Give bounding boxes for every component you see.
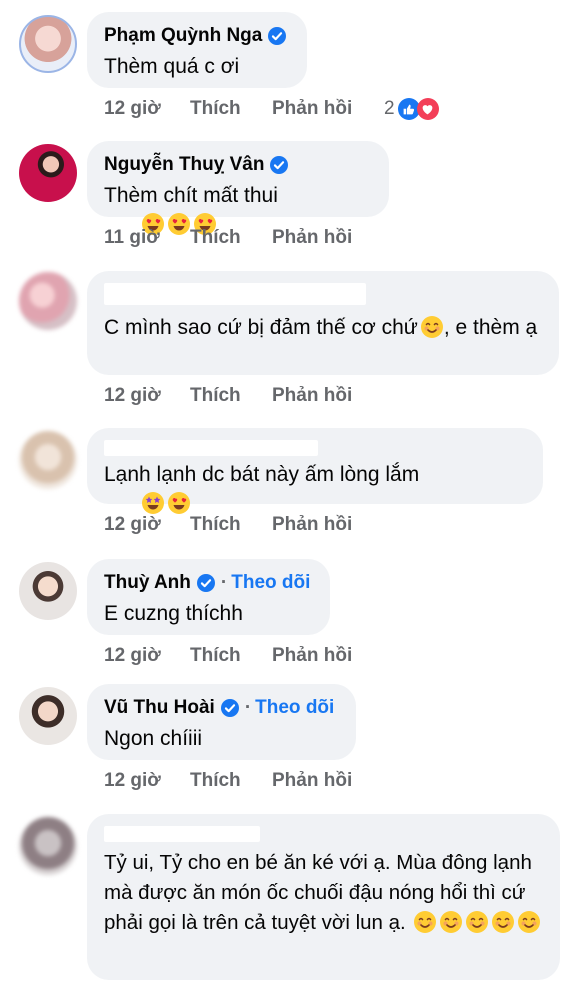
comment-text: Tỷ ui, Tỷ cho en bé ăn ké với ạ. Mùa đôn… [104, 848, 544, 938]
reactions-summary[interactable]: 2 [384, 98, 439, 120]
avatar[interactable] [19, 687, 77, 745]
avatar[interactable] [19, 15, 77, 73]
like-button[interactable]: Thích [190, 385, 272, 407]
comment-text: C mình sao cứ bị đảm thế cơ chứ , e thèm … [104, 313, 543, 342]
comment-bubble: C mình sao cứ bị đảm thế cơ chứ , e thèm … [87, 271, 559, 375]
smiling-face-emoji-icon [492, 911, 515, 933]
reply-button[interactable]: Phản hồi [272, 514, 384, 536]
comment-bubble: Lạnh lạnh dc bát này ấm lòng lắm [87, 428, 543, 514]
like-button[interactable]: Thích [190, 227, 272, 249]
comment-bubble: Vũ Thu Hoài · Theo dõi Ngon chíiii [87, 684, 356, 760]
author-name-redacted [104, 283, 366, 305]
comment-bubble: Tỷ ui, Tỷ cho en bé ăn ké với ạ. Mùa đôn… [87, 814, 560, 980]
author-name[interactable]: Vũ Thu Hoài [104, 696, 215, 720]
comment-actions: 12 giờ Thích Phản hồi [104, 514, 384, 536]
follow-link[interactable]: Theo dõi [255, 696, 334, 720]
comment-text: Ngon chíiii [104, 727, 203, 750]
reply-button[interactable]: Phản hồi [272, 227, 384, 249]
author-name-redacted [104, 440, 318, 456]
comment-text: Thèm chít mất thui [104, 181, 373, 268]
smiling-face-emoji-icon [466, 911, 489, 933]
smiling-face-emoji-icon [420, 316, 443, 338]
comment-bubble: Thuỳ Anh · Theo dõi E cuzng thíchh [87, 559, 330, 635]
timestamp[interactable]: 12 giờ [104, 770, 190, 792]
comment-bubble: Phạm Quỳnh Nga Thèm quá c ơi [87, 12, 307, 88]
reply-button[interactable]: Phản hồi [272, 770, 384, 792]
timestamp[interactable]: 12 giờ [104, 385, 190, 407]
author-name-redacted [104, 826, 260, 842]
verified-badge-icon [220, 699, 239, 717]
comment-actions: 12 giờ Thích Phản hồi 2 [104, 98, 439, 120]
smiling-face-emoji-icon [414, 911, 437, 933]
reply-button[interactable]: Phản hồi [272, 385, 384, 407]
follow-link[interactable]: Theo dõi [231, 571, 310, 595]
comment-text: E cuzng thíchh [104, 602, 243, 625]
timestamp[interactable]: 11 giờ [104, 227, 190, 249]
reaction-count: 2 [384, 98, 395, 119]
avatar[interactable] [19, 817, 77, 875]
avatar[interactable] [19, 562, 77, 620]
star-struck-emoji-icon [142, 492, 165, 514]
smiling-face-emoji-icon [518, 911, 541, 933]
separator-dot: · [220, 572, 228, 593]
heart-eyes-emoji-icon [168, 492, 191, 514]
comment-text: Thèm quá c ơi [104, 55, 240, 78]
verified-badge-icon [268, 27, 287, 45]
author-name[interactable]: Thuỳ Anh [104, 571, 191, 595]
like-button[interactable]: Thích [190, 98, 272, 120]
timestamp[interactable]: 12 giờ [104, 514, 190, 536]
comment-text-continued: , e thèm ạ [443, 316, 538, 339]
verified-badge-icon [196, 574, 215, 592]
avatar[interactable] [19, 272, 77, 330]
comment-text-content: C mình sao cứ bị đảm thế cơ chứ [104, 316, 418, 339]
like-button[interactable]: Thích [190, 645, 272, 667]
avatar[interactable] [19, 144, 77, 202]
author-name[interactable]: Phạm Quỳnh Nga [104, 24, 262, 48]
love-reaction-icon [416, 98, 439, 120]
reply-button[interactable]: Phản hồi [272, 98, 384, 120]
timestamp[interactable]: 12 giờ [104, 645, 190, 667]
timestamp[interactable]: 12 giờ [104, 98, 190, 120]
avatar[interactable] [19, 431, 77, 489]
author-name[interactable]: Nguyễn Thuỵ Vân [104, 153, 264, 177]
like-button[interactable]: Thích [190, 514, 272, 536]
separator-dot: · [244, 697, 252, 718]
smiling-face-emoji-icon [440, 911, 463, 933]
like-button[interactable]: Thích [190, 770, 272, 792]
comment-actions: 11 giờ Thích Phản hồi [104, 227, 384, 249]
comment-bubble: Nguyễn Thuỵ Vân Thèm chít mất thui [87, 141, 389, 235]
comment-text-content: Thèm chít mất thui [104, 184, 278, 207]
comment-actions: 12 giờ Thích Phản hồi [104, 770, 384, 792]
reply-button[interactable]: Phản hồi [272, 645, 384, 667]
verified-badge-icon [270, 156, 289, 174]
comment-actions: 12 giờ Thích Phản hồi [104, 645, 384, 667]
comment-actions: 12 giờ Thích Phản hồi [104, 385, 384, 407]
comment-text-content: Lạnh lạnh dc bát này ấm lòng lắm [104, 463, 420, 486]
